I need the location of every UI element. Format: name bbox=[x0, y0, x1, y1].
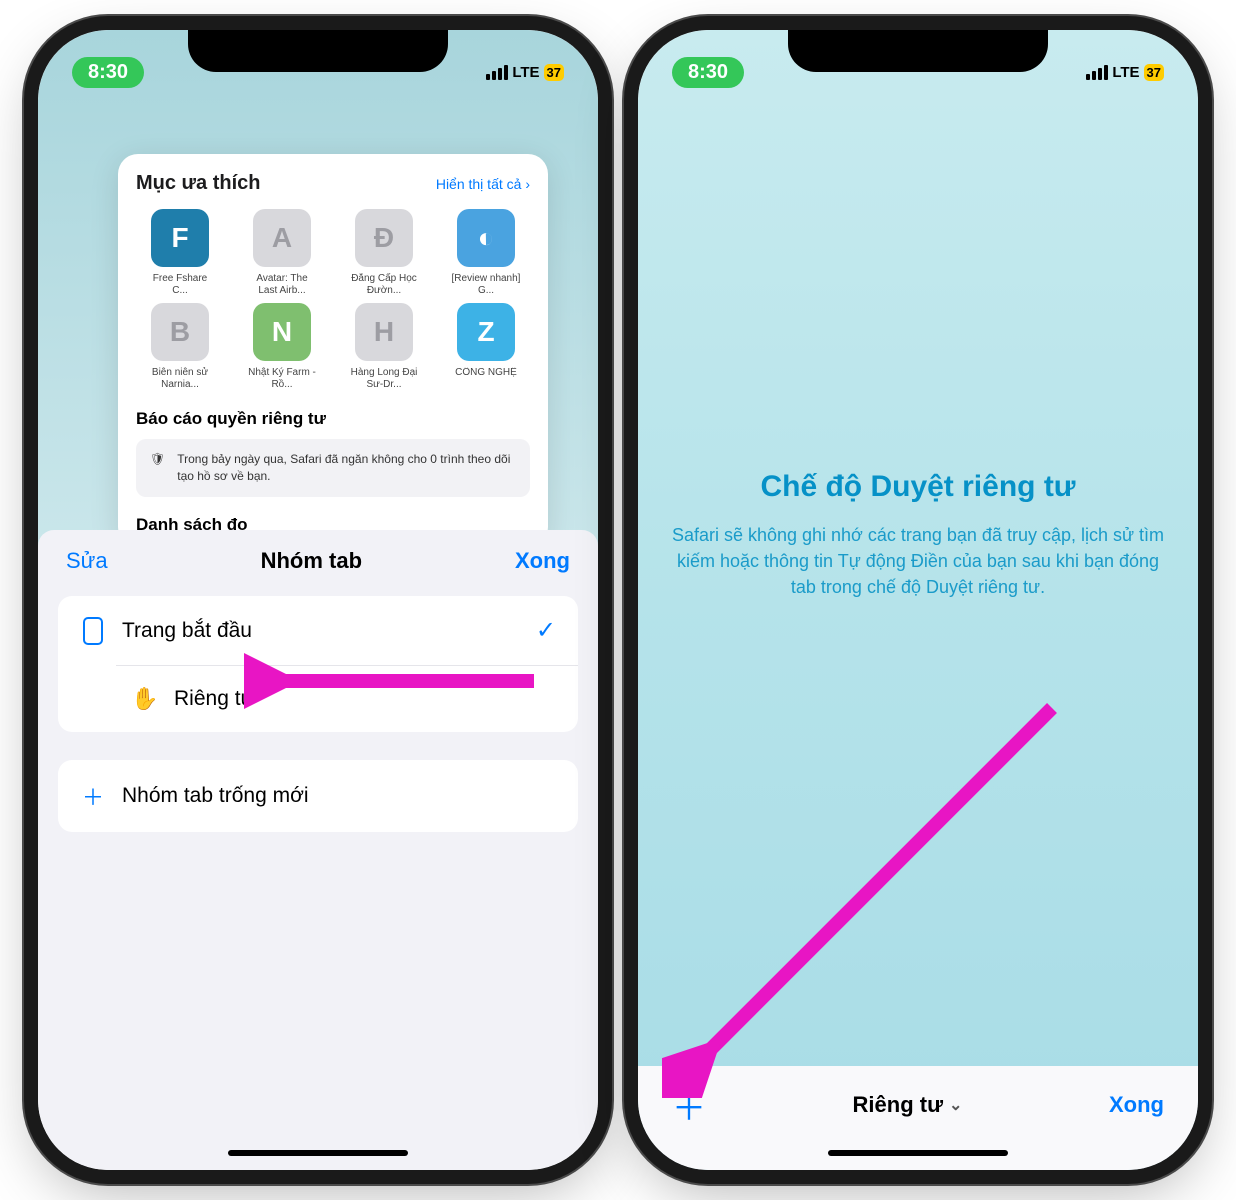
chevron-down-icon: ⌄ bbox=[949, 1095, 962, 1115]
battery-icon: 37 bbox=[544, 64, 564, 81]
privacy-report-body: Trong bảy ngày qua, Safari đã ngăn không… bbox=[177, 451, 516, 485]
tab-group-sheet: Sửa Nhóm tab Xong Trang bắt đầu ✓ ✋ Riên… bbox=[38, 530, 598, 1170]
shield-icon: 🛡︎ bbox=[150, 451, 165, 468]
favorite-icon: N bbox=[253, 303, 311, 361]
privacy-report-box[interactable]: 🛡︎ Trong bảy ngày qua, Safari đã ngăn kh… bbox=[136, 439, 530, 497]
phone-left: 8:30 LTE 37 Mục ưa thích Hiển thị tất cả… bbox=[38, 30, 598, 1170]
favorite-item[interactable]: Đ Đẳng Cấp Học Đườn... bbox=[340, 209, 428, 297]
sheet-title: Nhóm tab bbox=[261, 548, 362, 574]
signal-icon bbox=[1086, 65, 1108, 80]
home-indicator[interactable] bbox=[228, 1150, 408, 1156]
favorite-icon: B bbox=[151, 303, 209, 361]
battery-icon: 37 bbox=[1144, 64, 1164, 81]
favorite-label: Avatar: The Last Airb... bbox=[246, 273, 318, 297]
favorite-item[interactable]: F Free Fshare C... bbox=[136, 209, 224, 297]
status-right: LTE 37 bbox=[486, 64, 564, 81]
row-new-group[interactable]: ＋ Nhóm tab trống mới bbox=[58, 760, 578, 832]
startpage-icon bbox=[80, 617, 106, 645]
private-mode-body: Safari sẽ không ghi nhớ các trang bạn đã… bbox=[668, 522, 1168, 600]
favorite-item[interactable]: ◐ [Review nhanh] G... bbox=[442, 209, 530, 297]
status-time: 8:30 bbox=[672, 57, 744, 88]
favorite-label: Biên niên sử Narnia... bbox=[144, 367, 216, 391]
notch bbox=[188, 30, 448, 72]
hand-icon: ✋ bbox=[132, 686, 158, 712]
favorite-icon: Đ bbox=[355, 209, 413, 267]
favorite-item[interactable]: Z CÔNG NGHỆ bbox=[442, 303, 530, 391]
annotation-arrow-right bbox=[662, 678, 1082, 1098]
show-all-label: Hiển thị tất cả bbox=[436, 176, 522, 192]
favorite-label: CÔNG NGHỆ bbox=[455, 367, 517, 379]
row-private-label: Riêng tư bbox=[174, 687, 255, 711]
status-time: 8:30 bbox=[72, 57, 144, 88]
favorite-label: [Review nhanh] G... bbox=[450, 273, 522, 297]
favorite-label: Hàng Long Đại Sư-Dr... bbox=[348, 367, 420, 391]
status-right: LTE 37 bbox=[1086, 64, 1164, 81]
favorite-label: Đẳng Cấp Học Đườn... bbox=[348, 273, 420, 297]
private-mode-hero: Chế độ Duyệt riêng tư Safari sẽ không gh… bbox=[668, 470, 1168, 600]
favorites-title: Mục ưa thích bbox=[136, 172, 261, 195]
favorite-item[interactable]: N Nhật Ký Farm - Rồ... bbox=[238, 303, 326, 391]
favorite-label: Free Fshare C... bbox=[144, 273, 216, 297]
annotation-arrow-left bbox=[244, 646, 544, 716]
favorite-label: Nhật Ký Farm - Rồ... bbox=[246, 367, 318, 391]
done-button[interactable]: Xong bbox=[1109, 1092, 1164, 1118]
notch bbox=[788, 30, 1048, 72]
row-start-label: Trang bắt đầu bbox=[122, 619, 252, 643]
favorite-icon: H bbox=[355, 303, 413, 361]
network-label: LTE bbox=[512, 64, 539, 81]
phone-right: 8:30 LTE 37 Chế độ Duyệt riêng tư Safari… bbox=[638, 30, 1198, 1170]
privacy-report-title: Báo cáo quyền riêng tư bbox=[136, 409, 530, 429]
sheet-group-2: ＋ Nhóm tab trống mới bbox=[58, 760, 578, 832]
favorite-icon: Z bbox=[457, 303, 515, 361]
sheet-done-button[interactable]: Xong bbox=[515, 548, 570, 574]
favorites-show-all[interactable]: Hiển thị tất cả › bbox=[436, 176, 530, 192]
favorite-item[interactable]: A Avatar: The Last Airb... bbox=[238, 209, 326, 297]
favorite-icon: F bbox=[151, 209, 209, 267]
home-indicator[interactable] bbox=[828, 1150, 1008, 1156]
network-label: LTE bbox=[1112, 64, 1139, 81]
plus-icon: ＋ bbox=[80, 780, 106, 812]
favorite-icon: A bbox=[253, 209, 311, 267]
sheet-edit-button[interactable]: Sửa bbox=[66, 548, 108, 574]
favorite-item[interactable]: B Biên niên sử Narnia... bbox=[136, 303, 224, 391]
favorite-icon: ◐ bbox=[457, 209, 515, 267]
favorites-grid: F Free Fshare C...A Avatar: The Last Air… bbox=[136, 209, 530, 391]
check-icon: ✓ bbox=[536, 616, 556, 645]
signal-icon bbox=[486, 65, 508, 80]
row-new-group-label: Nhóm tab trống mới bbox=[122, 784, 309, 808]
private-mode-title: Chế độ Duyệt riêng tư bbox=[668, 470, 1168, 504]
favorite-item[interactable]: H Hàng Long Đại Sư-Dr... bbox=[340, 303, 428, 391]
favorites-card: Mục ưa thích Hiển thị tất cả › F Free Fs… bbox=[118, 154, 548, 547]
